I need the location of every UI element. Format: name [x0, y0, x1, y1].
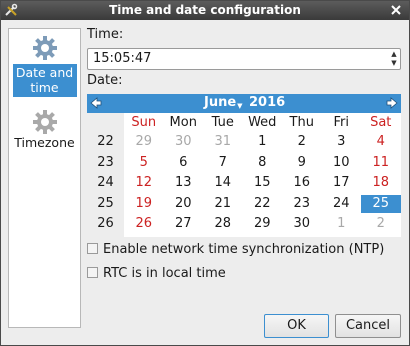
calendar-day[interactable]: 8: [322, 236, 362, 238]
calendar-day[interactable]: 2: [361, 215, 401, 233]
calendar-day[interactable]: 7: [282, 236, 322, 238]
time-value: 15:05:47: [93, 51, 152, 66]
spin-up-icon[interactable]: ▲: [389, 50, 399, 59]
gear-icon: [32, 110, 57, 134]
weekday-header: Sun: [131, 115, 157, 130]
weekday-header: Wed: [248, 115, 277, 130]
calendar-day[interactable]: 27: [164, 215, 204, 233]
calendar-day[interactable]: 1: [243, 133, 283, 151]
calendar-day[interactable]: 15: [243, 174, 283, 192]
dialog-window: Time and date configuration Date and tim…: [0, 0, 410, 346]
calendar-day[interactable]: 3: [124, 236, 164, 238]
month-dropdown[interactable]: June▼: [204, 95, 243, 110]
rtc-label: RTC is in local time: [103, 266, 226, 281]
tools-icon[interactable]: [4, 3, 18, 17]
calendar-day[interactable]: 22: [243, 195, 283, 213]
calendar-day[interactable]: 6: [164, 154, 204, 172]
calendar-day[interactable]: 5: [203, 236, 243, 238]
calendar-day[interactable]: 4: [361, 133, 401, 151]
calendar-day[interactable]: 5: [124, 154, 164, 172]
weekday-header: Tue: [211, 115, 234, 130]
calendar-day[interactable]: 13: [164, 174, 204, 192]
prev-month-icon[interactable]: [89, 96, 103, 110]
calendar-day[interactable]: 31: [203, 133, 243, 151]
calendar-header: June▼ 2016: [87, 94, 401, 113]
week-number: 25: [97, 195, 114, 211]
calendar-day[interactable]: 9: [282, 154, 322, 172]
calendar-day[interactable]: 8: [243, 154, 283, 172]
ntp-label: Enable network time synchronization (NTP…: [103, 242, 385, 257]
calendar-day[interactable]: 28: [203, 215, 243, 233]
chevron-down-icon: ▼: [237, 102, 243, 110]
calendar-day[interactable]: 12: [124, 174, 164, 192]
window-title: Time and date configuration: [109, 3, 301, 17]
calendar-day[interactable]: 4: [164, 236, 204, 238]
calendar-day[interactable]: 26: [124, 215, 164, 233]
calendar-day[interactable]: 11: [361, 154, 401, 172]
calendar-day[interactable]: 14: [203, 174, 243, 192]
weekday-header: Thu: [289, 115, 314, 130]
calendar-day[interactable]: 17: [322, 174, 362, 192]
date-label: Date:: [87, 73, 123, 88]
weekday-header: Fri: [333, 115, 350, 130]
calendar-day[interactable]: 2: [282, 133, 322, 151]
sidebar-item-timezone[interactable]: Timezone: [9, 109, 80, 150]
calendar-day[interactable]: 1: [322, 215, 362, 233]
calendar-day[interactable]: 30: [164, 133, 204, 151]
calendar-day[interactable]: 6: [243, 236, 283, 238]
calendar-day[interactable]: 29: [124, 133, 164, 151]
week-number: 26: [97, 216, 114, 231]
sidebar: Date and time Timezone: [8, 28, 81, 328]
calendar-day[interactable]: 20: [164, 195, 204, 213]
calendar-day[interactable]: 19: [124, 195, 164, 213]
rtc-checkbox[interactable]: [87, 267, 98, 278]
ntp-option[interactable]: Enable network time synchronization (NTP…: [87, 242, 384, 257]
weekday-header: Mon: [169, 115, 197, 130]
calendar-day[interactable]: 16: [282, 174, 322, 192]
sidebar-item-date-and-time[interactable]: Date and time: [9, 35, 80, 97]
year-label[interactable]: 2016: [249, 95, 285, 110]
calendar-body: 222324252627 SunMonTueWedThuFriSat293031…: [87, 113, 401, 237]
spin-down-icon[interactable]: ▼: [389, 59, 399, 68]
rtc-option[interactable]: RTC is in local time: [87, 266, 226, 281]
month-label: June: [204, 95, 237, 110]
calendar-day[interactable]: 24: [322, 195, 362, 213]
week-number-column: 22 23 24 25 26 27: [87, 113, 124, 237]
week-number: 27: [87, 236, 124, 238]
calendar-day[interactable]: 23: [282, 195, 322, 213]
calendar-day[interactable]: 21: [203, 195, 243, 213]
calendar-day[interactable]: 3: [322, 133, 362, 151]
gear-icon: [32, 36, 57, 60]
time-label: Time:: [87, 27, 124, 42]
next-month-icon[interactable]: [385, 96, 399, 110]
ok-button[interactable]: OK: [264, 314, 329, 338]
close-icon[interactable]: [389, 3, 403, 17]
time-input[interactable]: 15:05:47 ▲ ▼: [87, 48, 401, 70]
week-number: 22: [97, 134, 114, 149]
ntp-checkbox[interactable]: [87, 243, 98, 254]
sidebar-item-label: Date and time: [12, 64, 77, 97]
week-number: 24: [97, 175, 114, 190]
weekday-header: Sat: [370, 115, 392, 130]
cancel-button[interactable]: Cancel: [335, 314, 401, 338]
calendar-day[interactable]: 9: [361, 236, 401, 238]
calendar-day[interactable]: 30: [282, 215, 322, 233]
sidebar-item-label: Timezone: [14, 135, 75, 150]
title-bar[interactable]: Time and date configuration: [1, 1, 409, 20]
calendar-day[interactable]: 10: [322, 154, 362, 172]
calendar-day[interactable]: 7: [203, 154, 243, 172]
time-spinner[interactable]: ▲ ▼: [389, 50, 399, 68]
calendar-day[interactable]: 29: [243, 215, 283, 233]
calendar-day[interactable]: 18: [361, 174, 401, 192]
week-number: 23: [97, 154, 114, 170]
calendar-day-selected[interactable]: 25: [361, 194, 401, 213]
calendar-grid: Sun Mon Tue Wed Thu Fri Sat 29 30 31 1 2 3 4 5 6 7 8 9 10 11…: [124, 113, 401, 237]
